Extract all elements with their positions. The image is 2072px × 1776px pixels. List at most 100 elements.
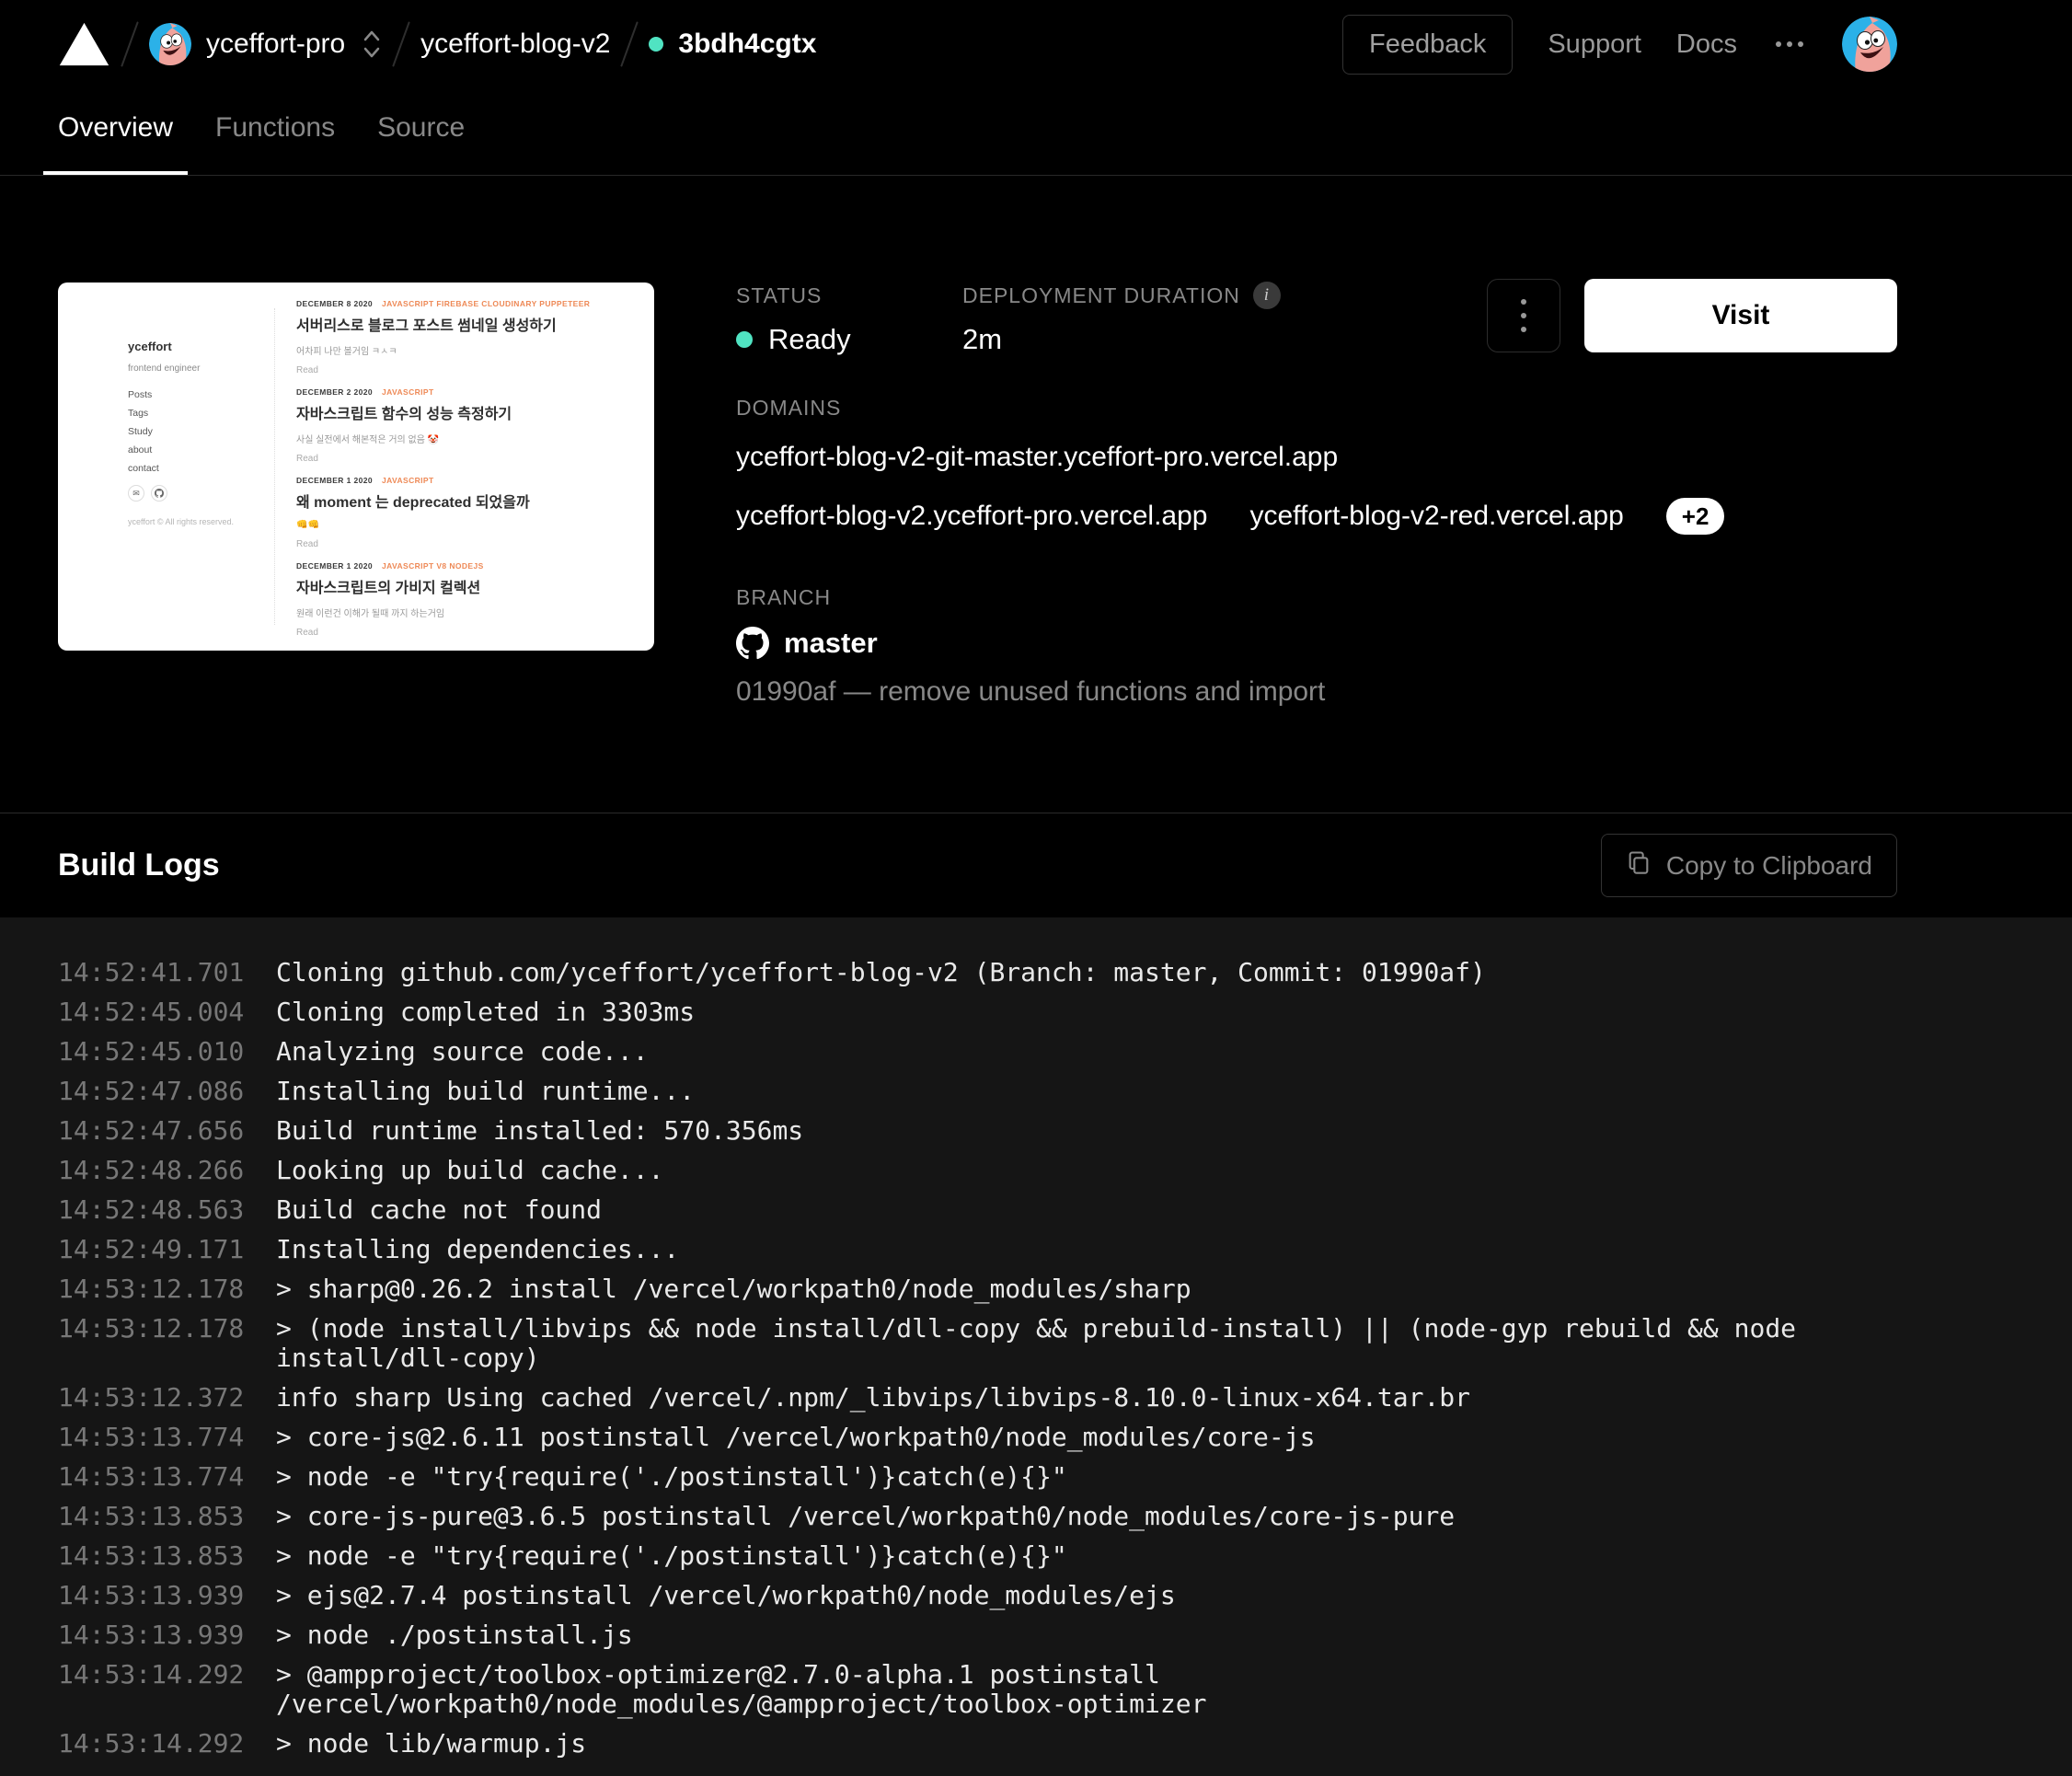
log-timestamp: 14:52:45.004 xyxy=(58,998,276,1027)
preview-post-date: NOVEMBER 27 2020 xyxy=(296,650,378,651)
more-domains-badge[interactable]: +2 xyxy=(1666,498,1725,535)
preview-post-tags: JAVASCRIPT FIREBASE CLOUDINARY PUPPETEER xyxy=(382,299,590,308)
log-message: Installing build runtime... xyxy=(276,1077,695,1106)
support-link[interactable]: Support xyxy=(1548,29,1641,60)
log-message: Cloning github.com/yceffort/yceffort-blo… xyxy=(276,958,1486,987)
deployment-preview-thumbnail[interactable]: yceffort frontend engineer PostsTagsStud… xyxy=(58,283,654,651)
preview-post-date: DECEMBER 1 2020 xyxy=(296,476,373,485)
duration-value: 2m xyxy=(962,321,1281,358)
preview-post-title: 왜 moment 는 deprecated 되었을까 xyxy=(296,490,639,512)
log-timestamp: 14:53:13.939 xyxy=(58,1581,276,1610)
vercel-logo-icon[interactable] xyxy=(58,21,110,67)
log-line: 14:53:13.853 > core-js-pure@3.6.5 postin… xyxy=(58,1502,1980,1531)
preview-post-excerpt: 원래 이런건 이해가 될때 까지 하는거임 xyxy=(296,605,639,619)
preview-site-name: yceffort xyxy=(128,340,266,353)
log-line: 14:53:14.292 > node lib/warmup.js xyxy=(58,1729,1980,1759)
preview-site: yceffort frontend engineer PostsTagsStud… xyxy=(58,283,654,651)
log-timestamp: 14:53:13.774 xyxy=(58,1462,276,1492)
log-message: > sharp@0.26.2 install /vercel/workpath0… xyxy=(276,1274,1191,1304)
domains-label: DOMAINS xyxy=(736,395,1897,421)
log-timestamp: 14:53:13.939 xyxy=(58,1620,276,1650)
copy-to-clipboard-button[interactable]: Copy to Clipboard xyxy=(1601,834,1897,897)
status-value: Ready xyxy=(768,323,851,356)
log-line: 14:53:13.853 > node -e "try{require('./p… xyxy=(58,1541,1980,1571)
tab[interactable]: Functions xyxy=(201,88,350,175)
more-menu-icon[interactable] xyxy=(1772,41,1807,47)
preview-footer: yceffort © All rights reserved. xyxy=(128,517,266,526)
preview-post-tags: JAVASCRIPT V8 xyxy=(387,650,453,651)
domain-link[interactable]: yceffort-blog-v2-red.vercel.app xyxy=(1249,494,1623,538)
preview-nav-item: contact xyxy=(128,463,266,474)
log-message: > node lib/warmup.js xyxy=(276,1729,586,1759)
preview-post-title: 자바스크립트의 가비지 컬렉션 xyxy=(296,575,639,597)
log-timestamp: 14:52:41.701 xyxy=(58,958,276,987)
top-navigation: yceffort-pro yceffort-blog-v2 3bdh4cgtx … xyxy=(0,0,2072,88)
log-message: > core-js-pure@3.6.5 postinstall /vercel… xyxy=(276,1502,1455,1531)
tab-bar: Overview Functions Source xyxy=(0,88,2072,176)
log-timestamp: 14:53:12.178 xyxy=(58,1274,276,1304)
preview-post: DECEMBER 2 2020 JAVASCRIPT 자바스크립트 함수의 성능… xyxy=(296,387,639,464)
tab[interactable]: Source xyxy=(363,88,479,175)
team-switcher-icon[interactable] xyxy=(362,29,382,60)
docs-link[interactable]: Docs xyxy=(1676,29,1737,60)
log-line: 14:52:45.004 Cloning completed in 3303ms xyxy=(58,998,1980,1027)
deployment-overview: yceffort frontend engineer PostsTagsStud… xyxy=(0,176,2072,813)
preview-nav: PostsTagsStudyaboutcontact xyxy=(128,389,266,474)
log-message: Analyzing source code... xyxy=(276,1037,649,1067)
breadcrumb-deployment[interactable]: 3bdh4cgtx xyxy=(649,29,816,60)
log-timestamp: 14:52:48.563 xyxy=(58,1195,276,1225)
log-message: > ejs@2.7.4 postinstall /vercel/workpath… xyxy=(276,1581,1176,1610)
copy-icon xyxy=(1626,849,1652,882)
tab[interactable]: Overview xyxy=(43,88,188,175)
mail-icon: ✉ xyxy=(128,485,144,502)
branch-link[interactable]: master xyxy=(784,627,878,660)
log-timestamp: 14:53:13.853 xyxy=(58,1502,276,1531)
log-timestamp: 14:52:48.266 xyxy=(58,1156,276,1185)
deployment-menu-button[interactable] xyxy=(1487,279,1560,352)
breadcrumb-separator xyxy=(621,21,639,67)
info-icon[interactable]: i xyxy=(1253,282,1281,309)
github-icon xyxy=(736,627,769,660)
log-message: Build runtime installed: 570.356ms xyxy=(276,1116,803,1146)
duration-label: DEPLOYMENT DURATION xyxy=(962,283,1240,308)
deployment-status-dot xyxy=(649,37,663,52)
team-avatar xyxy=(149,23,191,65)
build-log-output[interactable]: 14:52:41.701 Cloning github.com/yceffort… xyxy=(0,917,2072,1776)
log-line: 14:53:12.372 info sharp Using cached /ve… xyxy=(58,1383,1980,1413)
log-message: info sharp Using cached /vercel/.npm/_li… xyxy=(276,1383,1470,1413)
preview-post-read-link: Read xyxy=(296,628,639,638)
build-logs-header: Build Logs Copy to Clipboard xyxy=(0,813,2072,917)
visit-button[interactable]: Visit xyxy=(1584,279,1897,352)
domain-link[interactable]: yceffort-blog-v2.yceffort-pro.vercel.app xyxy=(736,494,1207,538)
ready-status-dot xyxy=(736,331,753,348)
breadcrumb-team[interactable]: yceffort-pro xyxy=(149,23,345,65)
log-line: 14:52:47.656 Build runtime installed: 57… xyxy=(58,1116,1980,1146)
feedback-button[interactable]: Feedback xyxy=(1342,15,1513,75)
breadcrumb: yceffort-pro yceffort-blog-v2 3bdh4cgtx xyxy=(58,20,816,68)
log-line: 14:53:12.178 > (node install/libvips && … xyxy=(58,1314,1980,1373)
log-timestamp: 14:53:13.853 xyxy=(58,1541,276,1571)
log-timestamp: 14:52:47.086 xyxy=(58,1077,276,1106)
log-message: > (node install/libvips && node install/… xyxy=(276,1314,1811,1373)
domain-link[interactable]: yceffort-blog-v2-git-master.yceffort-pro… xyxy=(736,435,1338,479)
preview-posts: DECEMBER 8 2020 JAVASCRIPT FIREBASE CLOU… xyxy=(296,299,639,651)
log-line: 14:53:13.939 > ejs@2.7.4 postinstall /ve… xyxy=(58,1581,1980,1610)
breadcrumb-separator xyxy=(121,21,139,67)
log-message: > node ./postinstall.js xyxy=(276,1620,633,1650)
user-avatar[interactable] xyxy=(1842,17,1897,72)
log-message: > node -e "try{require('./postinstall')}… xyxy=(276,1462,1067,1492)
log-line: 14:53:13.774 > core-js@2.6.11 postinstal… xyxy=(58,1423,1980,1452)
log-timestamp: 14:53:14.292 xyxy=(58,1660,276,1690)
preview-post-tags: JAVASCRIPT xyxy=(382,387,434,397)
log-line: 14:52:48.266 Looking up build cache... xyxy=(58,1156,1980,1185)
deployment-meta: STATUS Ready DEPLOYMENT DURATION i 2m Vi… xyxy=(736,283,1897,709)
build-logs-title: Build Logs xyxy=(58,848,220,883)
deployment-id: 3bdh4cgtx xyxy=(678,29,816,60)
log-line: 14:53:14.292 > @ampproject/toolbox-optim… xyxy=(58,1660,1980,1719)
preview-post: NOVEMBER 27 2020 JAVASCRIPT V8 xyxy=(296,650,639,651)
log-timestamp: 14:53:12.372 xyxy=(58,1383,276,1413)
top-nav-actions: Feedback Support Docs xyxy=(1342,15,1897,75)
log-line: 14:52:45.010 Analyzing source code... xyxy=(58,1037,1980,1067)
breadcrumb-project[interactable]: yceffort-blog-v2 xyxy=(420,29,610,60)
log-message: Build cache not found xyxy=(276,1195,602,1225)
